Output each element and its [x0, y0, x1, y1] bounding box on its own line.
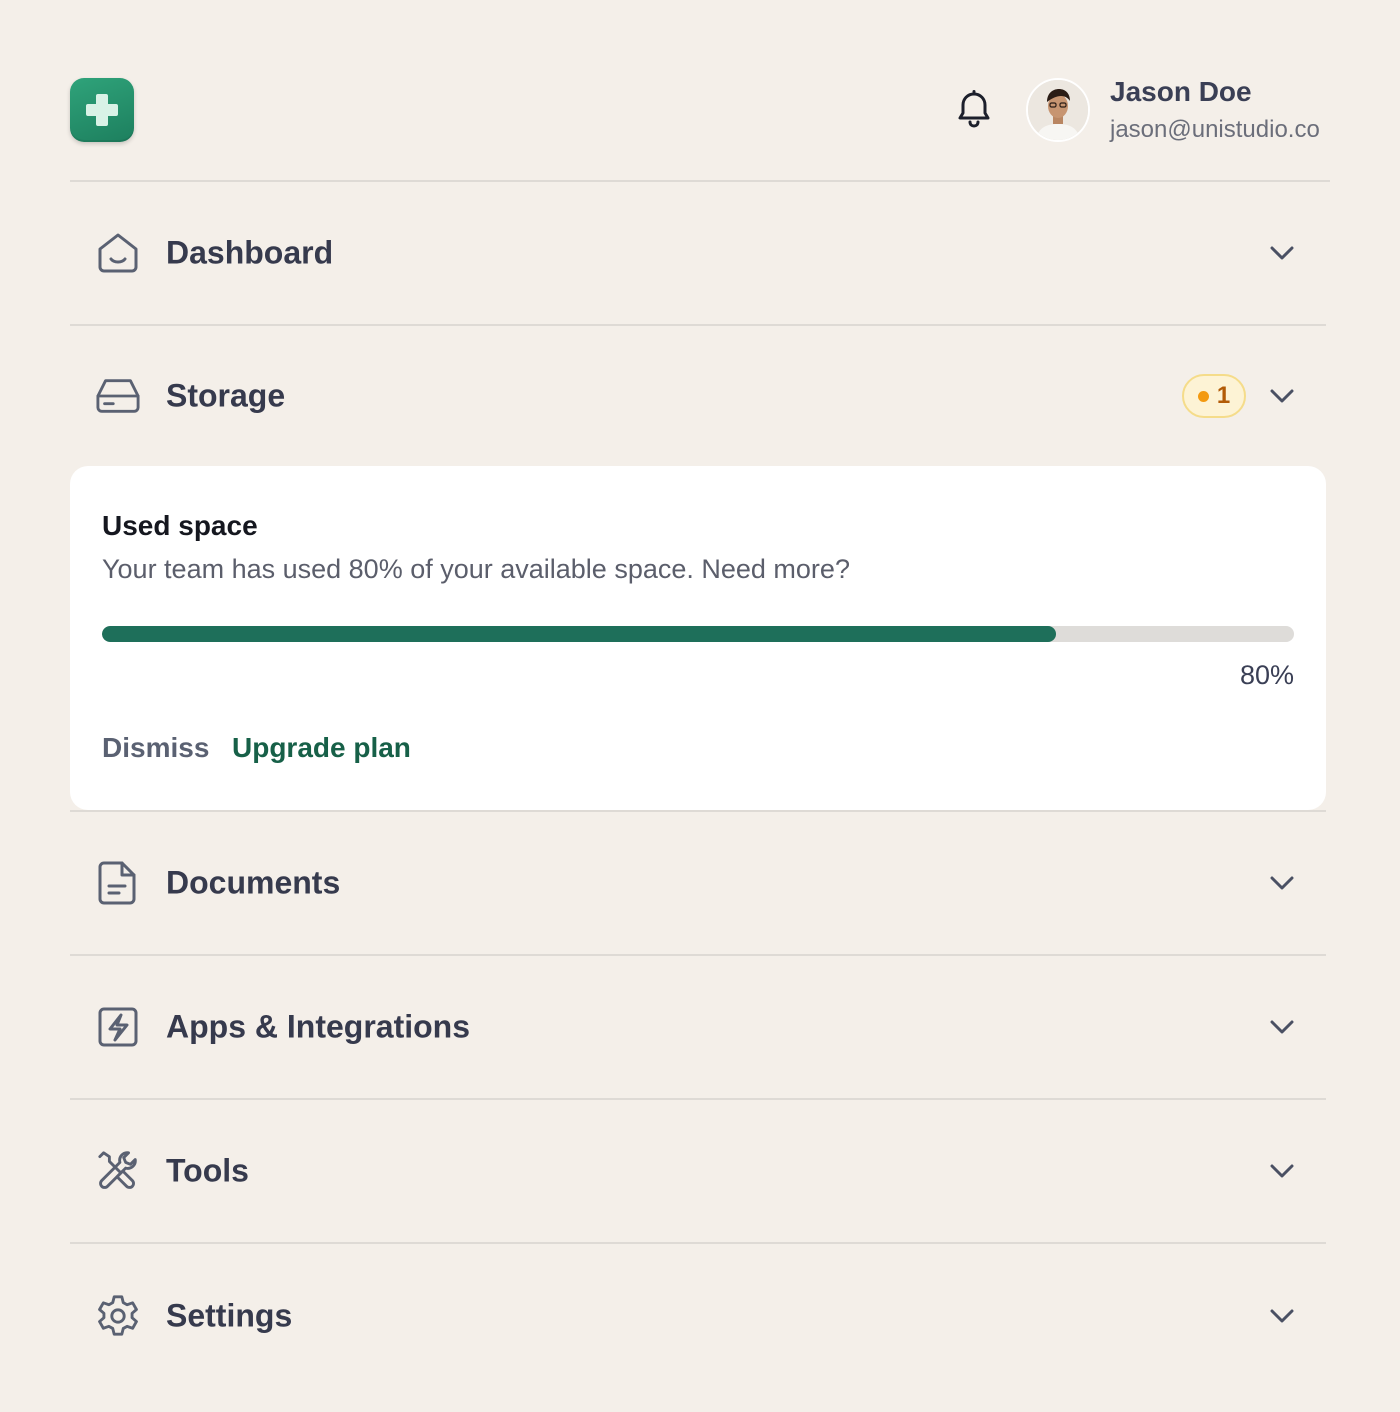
- top-header: Jason Doe jason@unistudio.co: [70, 0, 1330, 182]
- hard-drive-icon: [96, 374, 140, 418]
- bell-icon: [958, 90, 990, 128]
- nav-label-tools: Tools: [166, 1152, 249, 1189]
- nav-label-storage: Storage: [166, 377, 286, 414]
- chevron-down-icon[interactable]: [1266, 1011, 1298, 1043]
- gear-icon: [96, 1294, 140, 1338]
- nav-label-dashboard: Dashboard: [166, 234, 334, 271]
- document-icon: [96, 861, 140, 905]
- nav-label-settings: Settings: [166, 1297, 293, 1334]
- chevron-down-icon[interactable]: [1266, 1155, 1298, 1187]
- storage-progress-bar: [102, 626, 1294, 642]
- bolt-square-icon: [96, 1005, 140, 1049]
- nav-item-settings[interactable]: Settings: [70, 1244, 1326, 1388]
- chevron-down-icon[interactable]: [1266, 237, 1298, 269]
- badge-dot: [1197, 390, 1209, 402]
- notification-button[interactable]: [956, 90, 992, 130]
- home-icon: [96, 231, 140, 275]
- dismiss-button[interactable]: Dismiss: [102, 732, 209, 764]
- notification-badge: 1: [1182, 374, 1246, 418]
- progress-fill: [102, 626, 1056, 642]
- user-email: jason@unistudio.co: [1110, 116, 1320, 143]
- chevron-down-icon[interactable]: [1266, 867, 1298, 899]
- nav-item-tools[interactable]: Tools: [70, 1100, 1326, 1244]
- user-name: Jason Doe: [1110, 76, 1252, 107]
- card-description: Your team has used 80% of your available…: [102, 554, 850, 584]
- nav-item-apps-integrations[interactable]: Apps & Integrations: [70, 956, 1326, 1100]
- progress-percentage: 80%: [1239, 660, 1294, 690]
- storage-usage-card: Used space Your team has used 80% of you…: [70, 466, 1326, 810]
- nav-item-documents[interactable]: Documents: [70, 812, 1326, 956]
- avatar-image: [1028, 80, 1088, 140]
- chevron-down-icon[interactable]: [1266, 380, 1298, 412]
- nav-section-storage: Storage 1 Used space Your team has used …: [70, 326, 1326, 812]
- app-logo[interactable]: [70, 78, 134, 142]
- chevron-down-icon[interactable]: [1266, 1300, 1298, 1332]
- user-avatar[interactable]: [1026, 78, 1090, 142]
- upgrade-plan-button[interactable]: Upgrade plan: [232, 732, 411, 764]
- plus-icon: [86, 94, 118, 126]
- card-title: Used space: [102, 510, 258, 541]
- nav-item-dashboard[interactable]: Dashboard: [70, 182, 1326, 326]
- nav-label-documents: Documents: [166, 864, 341, 901]
- app-container: Jason Doe jason@unistudio.co Dashboard S…: [70, 0, 1330, 1388]
- tools-icon: [96, 1149, 140, 1193]
- nav-item-storage[interactable]: Storage 1: [70, 326, 1326, 466]
- badge-count: 1: [1216, 382, 1231, 409]
- nav-label-apps-integrations: Apps & Integrations: [166, 1008, 471, 1045]
